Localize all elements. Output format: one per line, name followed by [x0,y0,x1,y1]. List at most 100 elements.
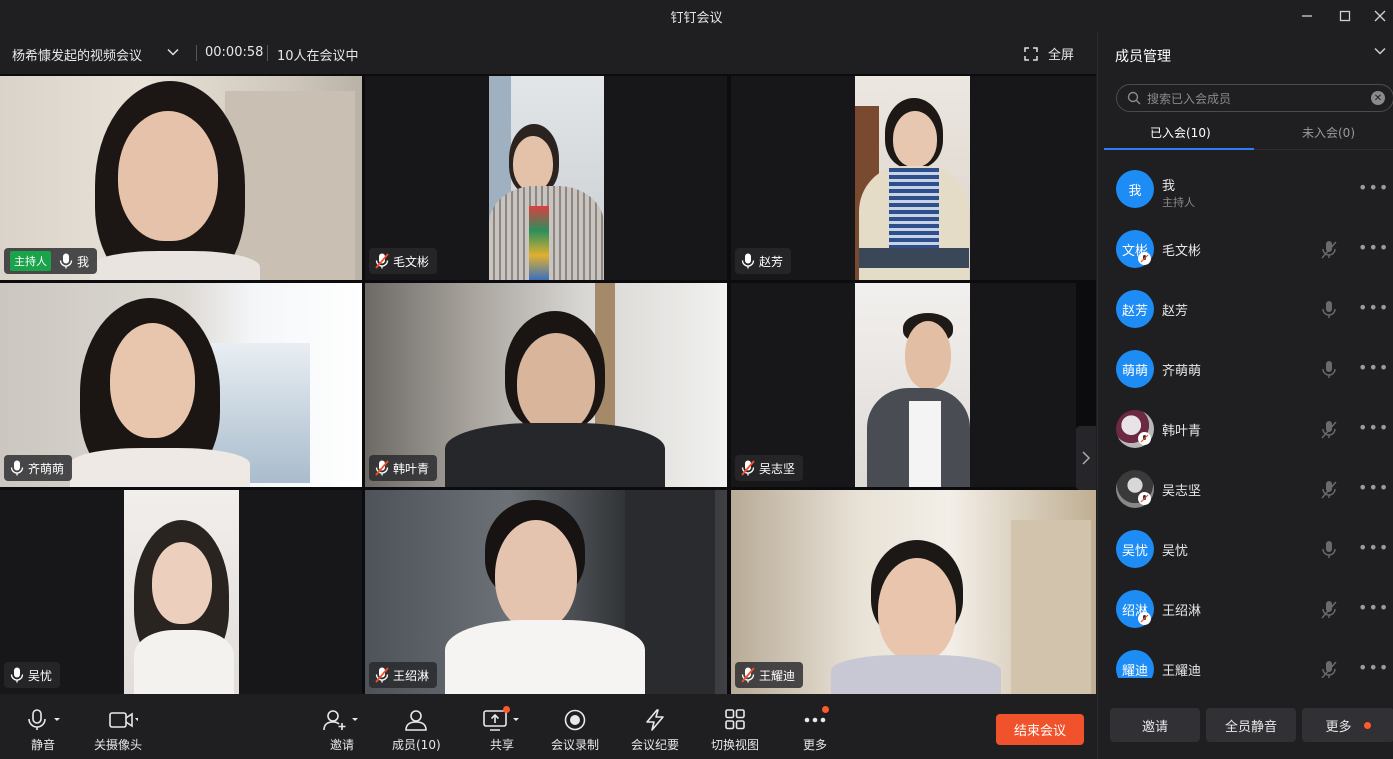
member-name: 齐萌萌 [1162,364,1202,379]
switch-view-button[interactable]: 切换视图 [711,708,759,753]
share-label: 共享 [489,738,514,752]
member-item[interactable]: 韩叶青 ••• [1098,400,1393,460]
video-tile[interactable]: 韩叶青 [365,283,727,487]
muted-badge-icon [1138,612,1151,625]
member-item[interactable]: 吴志坚 ••• [1098,460,1393,520]
end-meeting-button[interactable]: 结束会议 [996,714,1084,745]
participant-name: 我 [77,254,90,269]
invite-button[interactable]: 邀请 [322,708,362,753]
microphone-icon[interactable] [1320,300,1338,320]
participant-video [124,490,239,694]
video-tile[interactable]: 王耀迪 [731,490,1096,694]
minimize-icon [1302,15,1312,17]
member-item[interactable]: 文彬 毛文彬 ••• [1098,220,1393,280]
microphone-muted-icon[interactable] [1320,240,1338,260]
window-titlebar: 钉钉会议 [0,0,1393,32]
next-page-button[interactable] [1076,426,1096,490]
tab-not-joined[interactable]: 未入会(0) [1302,124,1355,141]
face [893,111,937,167]
fullscreen-button[interactable]: 全屏 [1024,44,1074,63]
mute-button[interactable]: 静音 [26,708,60,753]
more-control [803,706,829,732]
panel-more-button[interactable]: 更多 [1302,708,1393,742]
more-options-icon[interactable]: ••• [1358,598,1389,617]
tab-joined[interactable]: 已入会(10) [1150,124,1211,141]
more-options-icon[interactable]: ••• [1358,478,1389,497]
participant-name: 赵芳 [759,254,784,269]
maximize-button[interactable] [1330,4,1360,28]
more-options-icon[interactable]: ••• [1358,298,1389,317]
participant-nametag: 王绍淋 [369,662,438,688]
avatar: 我 [1116,170,1154,208]
member-item[interactable]: 绍淋 王绍淋 ••• [1098,580,1393,640]
member-item[interactable]: 赵芳 赵芳 ••• [1098,280,1393,340]
video-tile[interactable]: 吴忧 [0,490,362,694]
more-options-icon[interactable]: ••• [1358,358,1389,377]
share-button[interactable]: 共享 [483,706,521,753]
microphone-muted-icon[interactable] [1320,600,1338,620]
shirt-stripes [529,206,549,280]
chevron-down-icon[interactable] [165,44,181,60]
microphone-muted-icon[interactable] [1320,420,1338,440]
minimize-button[interactable] [1292,4,1322,28]
video-tile[interactable]: 毛文彬 [365,76,727,280]
microphone-muted-icon [375,667,389,683]
video-tile[interactable]: 主持人 我 [0,76,362,280]
members-button[interactable]: 成员(10) [392,708,441,753]
camera-icon [109,712,138,728]
participant-video [855,283,970,487]
minutes-button[interactable]: 会议纪要 [631,708,679,753]
record-control [563,708,587,732]
microphone-icon[interactable] [1320,360,1338,380]
microphone-muted-icon[interactable] [1320,660,1338,678]
member-management-panel: 成员管理 搜索已入会成员 ✕ 已入会(10) 未入会(0) 我 我 主持人 ••… [1097,32,1393,759]
microphone-muted-icon [741,460,755,476]
participant-nametag: 毛文彬 [369,248,438,274]
muted-badge-icon [1138,252,1151,265]
record-button[interactable]: 会议录制 [551,708,599,753]
tablet-device [859,248,969,268]
microphone-muted-icon[interactable] [1320,480,1338,500]
torso [445,620,645,694]
member-item[interactable]: 吴忧 吴忧 ••• [1098,520,1393,580]
participant-name: 齐萌萌 [28,461,65,476]
member-item[interactable]: 我 我 主持人 ••• [1098,160,1393,220]
search-placeholder: 搜索已入会成员 [1147,91,1232,106]
microphone-icon[interactable] [1320,540,1338,560]
torso [134,630,234,694]
more-options-icon[interactable]: ••• [1358,238,1389,257]
more-options-icon[interactable]: ••• [1358,418,1389,437]
microphone-muted-icon [741,667,755,683]
participant-count: 10人在会议中 [277,49,359,64]
member-item[interactable]: 萌萌 齐萌萌 ••• [1098,340,1393,400]
mute-all-button[interactable]: 全员静音 [1206,708,1296,742]
meeting-title[interactable]: 杨希慷发起的视频会议 [12,45,142,64]
video-tile[interactable]: 吴志坚 [731,283,1076,487]
participant-nametag: 王耀迪 [735,662,804,688]
muted-badge-icon [1138,432,1151,445]
video-tile[interactable]: 齐萌萌 [0,283,362,487]
face [152,542,212,624]
more-options-icon[interactable]: ••• [1358,658,1389,677]
clear-search-icon[interactable]: ✕ [1371,91,1385,105]
meeting-toolbar: 静音 关摄像头 邀请 成员(10) 共享 会议录制 会议纪要 切换视图 更多 结… [0,698,1096,759]
member-name: 我 [1162,179,1176,194]
more-button[interactable]: 更多 [803,706,829,753]
more-options-icon[interactable]: ••• [1358,538,1389,557]
video-tile[interactable]: 王绍淋 [365,490,727,694]
member-item[interactable]: 耀迪 王耀迪 ••• [1098,640,1393,678]
invite-members-button[interactable]: 邀请 [1110,708,1200,742]
notification-dot [503,706,510,713]
screen-share-icon [483,710,519,731]
video-tile[interactable]: 赵芳 [731,76,1096,280]
chevron-down-icon[interactable] [1373,44,1387,58]
more-options-icon[interactable]: ••• [1358,178,1389,197]
member-search-input[interactable]: 搜索已入会成员 ✕ [1116,84,1393,112]
microphone-muted-icon [375,460,389,476]
close-button[interactable] [1365,4,1393,28]
switch-view-label: 切换视图 [711,738,760,752]
face [878,558,956,662]
participant-nametag: 齐萌萌 [4,455,73,481]
white-shirt [909,401,941,487]
camera-off-button[interactable]: 关摄像头 [94,708,142,753]
